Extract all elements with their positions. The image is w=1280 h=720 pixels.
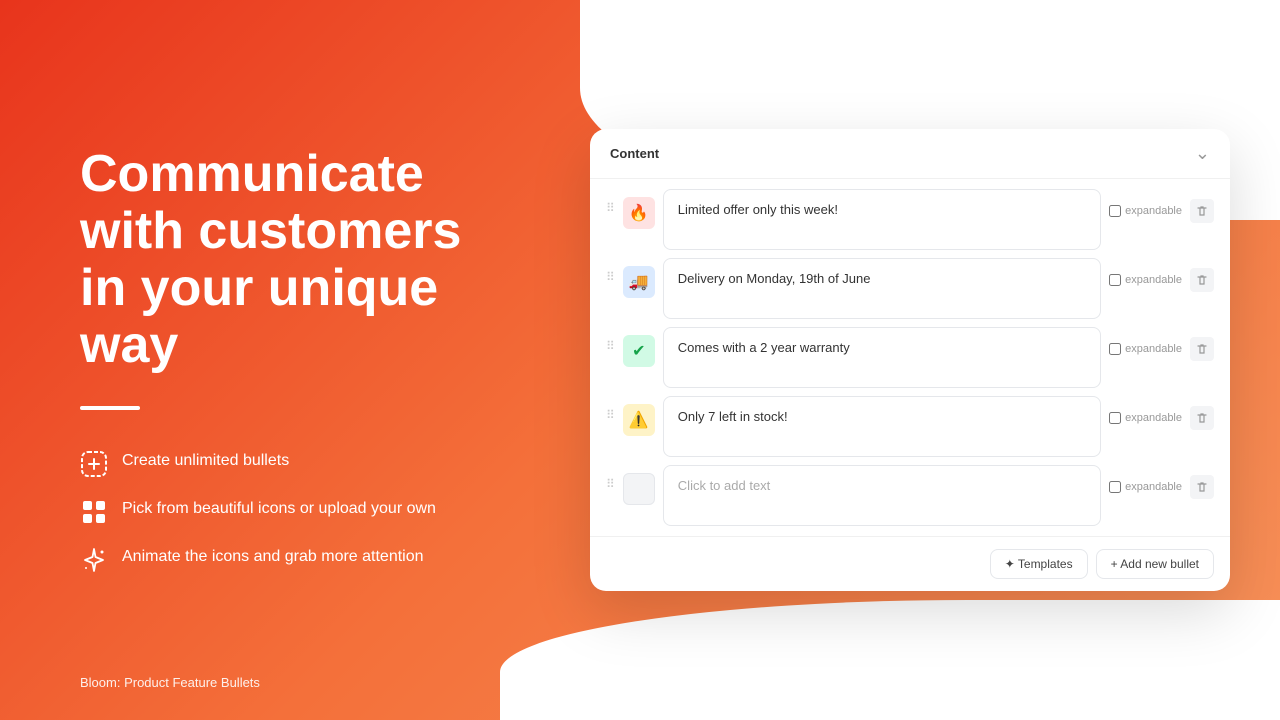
- bullet-textarea-1[interactable]: Limited offer only this week!: [663, 189, 1101, 250]
- expandable-text-1: expandable: [1125, 205, 1182, 217]
- truck-icon: 🚚: [629, 272, 649, 292]
- drag-handle-1[interactable]: ⠿: [606, 189, 615, 215]
- expandable-label-2: expandable: [1109, 274, 1182, 286]
- expandable-checkbox-2[interactable]: [1109, 274, 1121, 286]
- templates-button[interactable]: ✦ Templates: [990, 549, 1088, 579]
- expandable-label-1: expandable: [1109, 205, 1182, 217]
- trash-icon-1: [1196, 205, 1208, 217]
- feature-label-icons: Pick from beautiful icons or upload your…: [122, 498, 436, 520]
- widget-title: Content: [610, 146, 659, 161]
- feature-label-animate: Animate the icons and grab more attentio…: [122, 546, 424, 568]
- feature-item-animate: Animate the icons and grab more attentio…: [80, 546, 500, 574]
- drag-handle-4[interactable]: ⠿: [606, 396, 615, 422]
- bullet-row-1: ⠿ 🔥 Limited offer only this week! expand…: [606, 189, 1214, 250]
- expandable-text-2: expandable: [1125, 274, 1182, 286]
- trash-icon-3: [1196, 343, 1208, 355]
- delete-button-5[interactable]: [1190, 475, 1214, 499]
- headline: Communicate with customers in your uniqu…: [80, 146, 500, 375]
- divider: [80, 406, 140, 410]
- drag-handle-3[interactable]: ⠿: [606, 327, 615, 353]
- bullet-textarea-2[interactable]: Delivery on Monday, 19th of June: [663, 258, 1101, 319]
- expandable-checkbox-4[interactable]: [1109, 412, 1121, 424]
- bullet-icon-warning[interactable]: ⚠️: [623, 404, 655, 436]
- expandable-text-4: expandable: [1125, 412, 1182, 424]
- bullet-controls-5: expandable: [1109, 465, 1214, 499]
- bullets-list: ⠿ 🔥 Limited offer only this week! expand…: [590, 179, 1230, 536]
- grid-icon: [80, 498, 108, 526]
- expandable-label-3: expandable: [1109, 343, 1182, 355]
- widget-footer: ✦ Templates + Add new bullet: [590, 536, 1230, 591]
- expandable-text-3: expandable: [1125, 343, 1182, 355]
- feature-label-unlimited: Create unlimited bullets: [122, 450, 289, 472]
- expandable-label-4: expandable: [1109, 412, 1182, 424]
- bullet-icon-fire[interactable]: 🔥: [623, 197, 655, 229]
- drag-handle-5[interactable]: ⠿: [606, 465, 615, 491]
- widget-panel: Content ⌄ ⠿ 🔥 Limited offer only this we…: [590, 129, 1230, 591]
- trash-icon-2: [1196, 274, 1208, 286]
- bullet-row-2: ⠿ 🚚 Delivery on Monday, 19th of June exp…: [606, 258, 1214, 319]
- delete-button-1[interactable]: [1190, 199, 1214, 223]
- delete-button-3[interactable]: [1190, 337, 1214, 361]
- expandable-checkbox-5[interactable]: [1109, 481, 1121, 493]
- feature-item-icons: Pick from beautiful icons or upload your…: [80, 498, 500, 526]
- bullet-controls-1: expandable: [1109, 189, 1214, 223]
- bullet-textarea-3[interactable]: Comes with a 2 year warranty: [663, 327, 1101, 388]
- features-list: Create unlimited bullets Pick from beaut…: [80, 450, 500, 574]
- widget-header: Content ⌄: [590, 129, 1230, 179]
- expandable-text-5: expandable: [1125, 481, 1182, 493]
- feature-item-unlimited: Create unlimited bullets: [80, 450, 500, 478]
- bullet-controls-3: expandable: [1109, 327, 1214, 361]
- bullet-textarea-5[interactable]: [663, 465, 1101, 526]
- warning-icon: ⚠️: [629, 410, 649, 430]
- left-content: Communicate with customers in your uniqu…: [0, 0, 560, 720]
- bullet-controls-2: expandable: [1109, 258, 1214, 292]
- bullet-textarea-4[interactable]: Only 7 left in stock!: [663, 396, 1101, 457]
- expandable-checkbox-3[interactable]: [1109, 343, 1121, 355]
- trash-icon-4: [1196, 412, 1208, 424]
- add-circle-dashed-icon: [80, 450, 108, 478]
- fire-icon: 🔥: [629, 203, 649, 223]
- bullet-row-5: ⠿ expandable: [606, 465, 1214, 526]
- expandable-label-5: expandable: [1109, 481, 1182, 493]
- bullet-row-3: ⠿ ✔ Comes with a 2 year warranty expanda…: [606, 327, 1214, 388]
- delete-button-4[interactable]: [1190, 406, 1214, 430]
- trash-icon-5: [1196, 481, 1208, 493]
- bullet-controls-4: expandable: [1109, 396, 1214, 430]
- expandable-checkbox-1[interactable]: [1109, 205, 1121, 217]
- chevron-up-icon[interactable]: ⌄: [1195, 143, 1210, 164]
- bullet-row-4: ⠿ ⚠️ Only 7 left in stock! expandable: [606, 396, 1214, 457]
- check-circle-icon: ✔: [632, 341, 645, 361]
- bullet-icon-truck[interactable]: 🚚: [623, 266, 655, 298]
- sparkle-icon: [80, 546, 108, 574]
- add-bullet-button[interactable]: + Add new bullet: [1096, 549, 1214, 579]
- delete-button-2[interactable]: [1190, 268, 1214, 292]
- bottom-label: Bloom: Product Feature Bullets: [80, 675, 260, 690]
- bullet-icon-empty[interactable]: [623, 473, 655, 505]
- drag-handle-2[interactable]: ⠿: [606, 258, 615, 284]
- bullet-icon-check[interactable]: ✔: [623, 335, 655, 367]
